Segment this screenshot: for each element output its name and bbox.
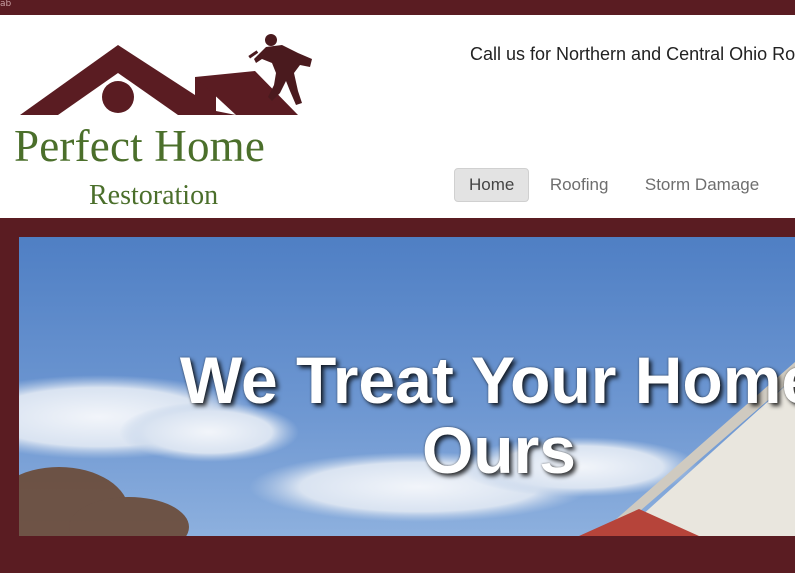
site-header: Perfect Home Restoration Call us for Nor…	[0, 15, 795, 218]
top-bar-corner-text: ab	[0, 0, 12, 9]
nav-item-roofing[interactable]: Roofing	[534, 168, 625, 202]
hero-banner: We Treat Your Home Ours	[19, 237, 795, 536]
logo-subtitle: Restoration	[89, 180, 219, 211]
logo[interactable]: Perfect Home Restoration	[10, 33, 320, 211]
hero-title-line2: Ours	[421, 413, 577, 487]
main-nav: Home Roofing Storm Damage Ab	[454, 168, 795, 202]
hero-title: We Treat Your Home Ours	[19, 345, 795, 485]
header-tagline: Call us for Northern and Central Ohio Ro	[470, 44, 795, 64]
roof-worker-logo-icon	[10, 34, 312, 117]
top-bar: ab	[0, 0, 795, 15]
nav-item-home[interactable]: Home	[454, 168, 530, 202]
hero-title-line1: We Treat Your Home	[179, 343, 795, 417]
logo-title: Perfect Home	[14, 121, 266, 171]
nav-item-storm-damage[interactable]: Storm Damage	[629, 168, 775, 202]
nav-item-about[interactable]: Ab	[780, 168, 795, 202]
